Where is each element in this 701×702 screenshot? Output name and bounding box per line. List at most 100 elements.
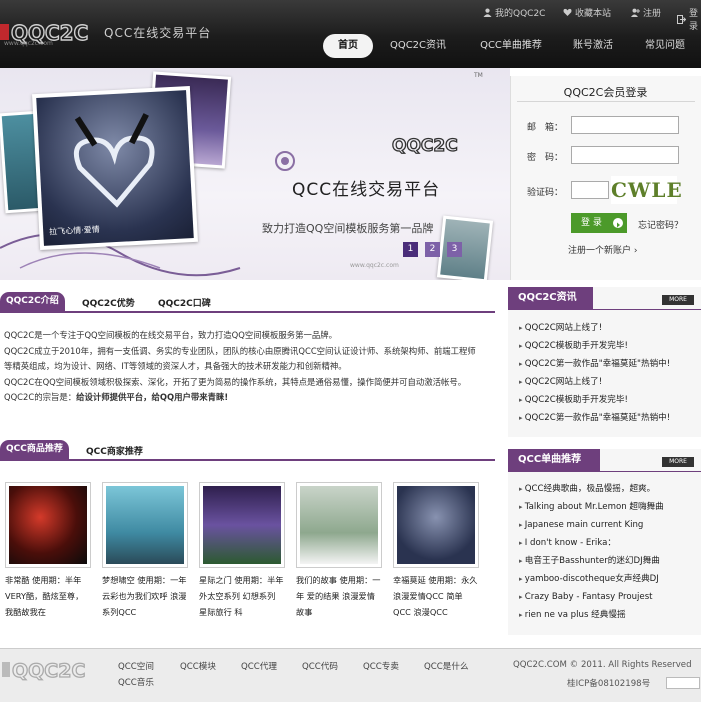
captcha-label: 验证码： xyxy=(527,188,564,198)
login-link[interactable]: 登录 xyxy=(677,6,701,32)
footer-link[interactable]: QCC模块 xyxy=(180,660,216,672)
songs-box-title: QCC单曲推荐 xyxy=(508,449,600,471)
song-item[interactable]: QCC经典歌曲，极品慢摇，超爽。 xyxy=(519,480,699,498)
product-card[interactable]: 幸福莫延 使用期：永久 浪漫爱情QCC 简单QCC 浪漫QCC xyxy=(393,482,479,620)
product-caption[interactable]: 星际之门 使用期：半年 外太空系列 幻想系列 星际旅行 科 xyxy=(199,572,285,620)
login-divider xyxy=(517,101,695,102)
intro-paragraph: QQC2C是一个专注于QQ空间模板的在线交易平台，致力打造QQ空间模板服务第一品… xyxy=(4,330,337,340)
footer-link[interactable]: QCC音乐 xyxy=(118,676,154,688)
register-label: 注册 xyxy=(643,9,662,19)
product-card[interactable]: 我们的故事 使用期：一年 爱的结果 浪漫爱情故事 xyxy=(296,482,382,620)
site-tagline: QCC在线交易平台 xyxy=(104,26,212,40)
songs-list: QCC经典歌曲，极品慢摇，超爽。 Talking about Mr.Lemon … xyxy=(519,480,699,624)
login-title: QQC2C会员登录 xyxy=(563,86,648,99)
login-button[interactable]: 登 录 xyxy=(571,213,627,233)
cnzz-badge[interactable] xyxy=(666,677,700,689)
my-account-link[interactable]: 我的QQC2C xyxy=(483,6,545,19)
product-caption[interactable]: 梦想啸空 使用期：一年 云彩也为我们欢呼 浪漫系列QCC xyxy=(102,572,188,620)
logo-subtitle: www.qqc2c.com xyxy=(4,40,53,47)
register-link[interactable]: 注册 xyxy=(631,6,661,19)
song-item[interactable]: rien ne va plus 经典慢摇 xyxy=(519,606,699,624)
news-item[interactable]: QQC2C网站上线了! xyxy=(519,373,697,391)
footer-link[interactable]: QCC专卖 xyxy=(363,660,399,672)
product-thumbnail[interactable] xyxy=(5,482,91,568)
nav-faq[interactable]: 常见问题 xyxy=(637,34,693,58)
news-item[interactable]: QQC2C第一款作品"幸福莫延"热销中! xyxy=(519,355,697,373)
nav-home[interactable]: 首页 xyxy=(323,34,373,58)
my-account-label: 我的QQC2C xyxy=(495,9,546,19)
svg-text:QQC2C: QQC2C xyxy=(12,660,85,682)
user-icon xyxy=(483,8,492,17)
footer-link[interactable]: QCC代理 xyxy=(241,660,277,672)
news-item[interactable]: QQC2C模板助手开发完毕! xyxy=(519,337,697,355)
product-caption[interactable]: 非常酷 使用期：半年 VERY酷，酷炫至尊，我酷故我在 xyxy=(5,572,91,620)
intro-paragraph: QQC2C成立于2010年，拥有一支低调、务实的专业团队，团队的核心由原腾讯QC… xyxy=(4,345,476,372)
song-item[interactable]: Japanese main current King xyxy=(519,516,699,534)
heart-icon xyxy=(563,8,572,17)
banner-page-1[interactable]: 1 xyxy=(403,242,418,257)
nav-news[interactable]: QQC2C资讯 xyxy=(382,34,454,58)
footer-copyright: QQC2C.COM © 2011. All Rights Reserved xyxy=(513,660,692,670)
register-account-label: 注册一个新账户 xyxy=(568,246,632,256)
product-card[interactable]: 梦想啸空 使用期：一年 云彩也为我们欢呼 浪漫系列QCC xyxy=(102,482,188,620)
footer-link[interactable]: QCC空间 xyxy=(118,660,154,672)
nav-songs[interactable]: QCC单曲推荐 xyxy=(472,34,550,58)
intro-tabbar xyxy=(0,292,495,313)
person-add-icon xyxy=(631,8,640,17)
footer-logo[interactable]: QQC2C xyxy=(2,658,98,684)
password-field[interactable] xyxy=(571,146,679,164)
product-thumbnail[interactable] xyxy=(296,482,382,568)
banner-main-photo: 拉飞心情·爱情 xyxy=(32,85,198,251)
tab-intro[interactable]: QQC2C介绍 xyxy=(0,292,65,311)
product-thumbnail[interactable] xyxy=(102,482,188,568)
song-item[interactable]: Crazy Baby - Fantasy Proujest xyxy=(519,588,699,606)
news-item[interactable]: QQC2C模板助手开发完毕! xyxy=(519,391,697,409)
login-button-label: 登 录 xyxy=(581,218,602,228)
song-item[interactable]: I don't know - Erika： xyxy=(519,534,699,552)
songs-box-line xyxy=(508,471,701,472)
banner-brand-logo: QQC2C xyxy=(392,136,458,154)
tab-products[interactable]: QCC商品推荐 xyxy=(0,440,69,459)
intro-text: QQC2C是一个专注于QQ空间模板的在线交易平台，致力打造QQ空间模板服务第一品… xyxy=(4,328,484,406)
email-field[interactable] xyxy=(571,116,679,134)
product-thumbnail[interactable] xyxy=(393,482,479,568)
password-label: 密 码： xyxy=(527,153,564,163)
banner-page-2[interactable]: 2 xyxy=(425,242,440,257)
arrow-right-icon xyxy=(613,218,623,228)
email-label: 邮 箱： xyxy=(527,123,564,133)
news-item[interactable]: QQC2C第一款作品"幸福莫延"热销中! xyxy=(519,409,697,427)
songs-more-button[interactable]: MORE xyxy=(662,457,694,467)
footer-link[interactable]: QCC代码 xyxy=(302,660,338,672)
song-item[interactable]: 电音王子Basshunter的迷幻DJ舞曲 xyxy=(519,552,699,570)
banner-url: www.qqc2c.com xyxy=(350,262,399,269)
news-item[interactable]: QQC2C网站上线了! xyxy=(519,319,697,337)
forgot-password-link[interactable]: 忘记密码？ xyxy=(638,218,683,231)
login-icon xyxy=(677,14,687,24)
banner-photo-corner xyxy=(436,215,494,280)
tab-reputation[interactable]: QQC2C口碑 xyxy=(158,296,211,309)
banner-title: QCC在线交易平台 xyxy=(292,180,441,200)
song-item[interactable]: Talking about Mr.Lemon 超嗨舞曲 xyxy=(519,498,699,516)
captcha-field[interactable] xyxy=(571,181,609,199)
footer-link[interactable]: QCC是什么 xyxy=(424,660,469,672)
nav-activate[interactable]: 账号激活 xyxy=(565,34,621,58)
news-list: QQC2C网站上线了! QQC2C模板助手开发完毕! QQC2C第一款作品"幸福… xyxy=(519,319,697,427)
captcha-image[interactable]: CWLE xyxy=(611,176,682,204)
bookmark-link[interactable]: 收藏本站 xyxy=(563,6,611,19)
footer-icp[interactable]: 桂ICP备08102198号 xyxy=(567,677,650,689)
news-box-line xyxy=(508,309,701,310)
news-more-button[interactable]: MORE xyxy=(662,295,694,305)
product-thumbnail[interactable] xyxy=(199,482,285,568)
song-item[interactable]: yamboo-discotheque女声经典DJ xyxy=(519,570,699,588)
register-account-link[interactable]: 注册一个新账户 › xyxy=(568,243,637,256)
tab-advantages[interactable]: QQC2C优势 xyxy=(82,296,135,309)
product-card[interactable]: 星际之门 使用期：半年 外太空系列 幻想系列 星际旅行 科 xyxy=(199,482,285,620)
product-card[interactable]: 非常酷 使用期：半年 VERY酷，酷炫至尊，我酷故我在 xyxy=(5,482,91,620)
bookmark-label: 收藏本站 xyxy=(575,9,612,19)
tab-merchants[interactable]: QCC商家推荐 xyxy=(86,444,143,457)
products-tabbar xyxy=(0,440,495,461)
product-caption[interactable]: 幸福莫延 使用期：永久 浪漫爱情QCC 简单QCC 浪漫QCC xyxy=(393,572,479,620)
product-caption[interactable]: 我们的故事 使用期：一年 爱的结果 浪漫爱情故事 xyxy=(296,572,382,620)
intro-paragraph: QQC2C在QQ空间模板领域积极探索、深化，开拓了更为简易的操作系统，其特点是通… xyxy=(4,376,467,387)
banner-page-3[interactable]: 3 xyxy=(447,242,462,257)
